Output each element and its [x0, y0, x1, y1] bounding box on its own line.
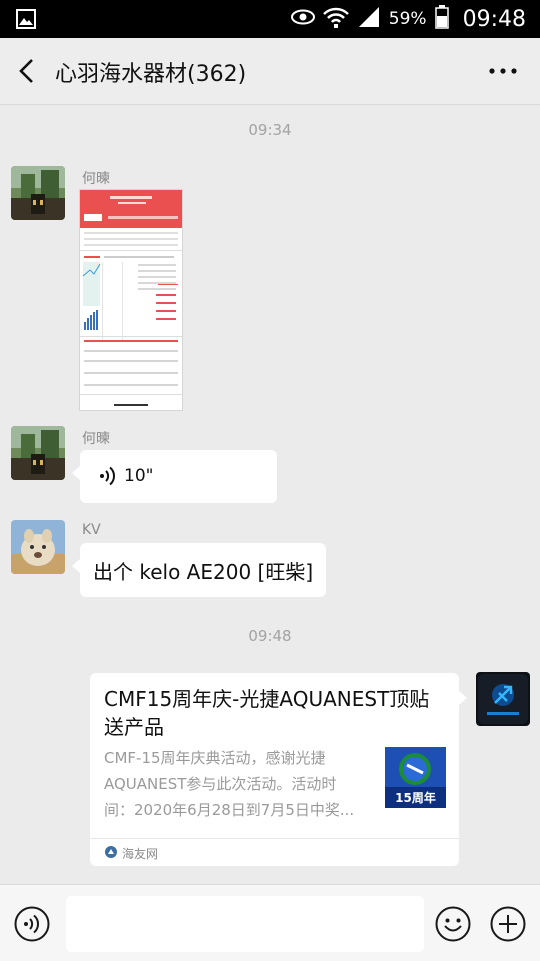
self-avatar[interactable] — [476, 672, 530, 726]
voice-toggle-button[interactable] — [14, 906, 50, 942]
battery-icon — [434, 5, 449, 33]
plus-circle-icon — [490, 906, 526, 942]
message-text: 出个 kelo AE200 [旺柴] — [93, 559, 314, 584]
voice-wave-icon — [100, 466, 116, 486]
back-button[interactable] — [14, 57, 40, 85]
sender-name: 何暕 — [82, 431, 110, 447]
emoji-icon — [435, 906, 471, 942]
eye-icon — [290, 9, 315, 29]
voice-message[interactable]: 10" — [72, 450, 277, 503]
chat-header: 心羽海水器材(362) — [0, 38, 540, 105]
chat-title: 心羽海水器材(362) — [55, 62, 247, 87]
status-bar: 59% 09:48 — [0, 0, 540, 38]
voice-duration: 10" — [124, 466, 154, 486]
link-description: CMF-15周年庆典活动，感谢光捷AQUANEST参与此次活动。活动时间：202… — [104, 749, 355, 819]
voice-input-icon — [14, 906, 50, 942]
emoji-button[interactable] — [435, 906, 471, 942]
thumbnail-caption: 15周年 — [395, 791, 436, 805]
link-title: CMF15周年庆-光捷AQUANEST顶贴送产品 — [104, 687, 430, 739]
more-button[interactable] — [488, 63, 518, 79]
timestamp: 09:48 — [248, 627, 292, 645]
sender-name: 何暕 — [82, 171, 110, 187]
avatar[interactable] — [11, 166, 65, 220]
message-input[interactable] — [66, 896, 424, 952]
more-dots-icon — [489, 68, 517, 74]
chevron-left-icon — [19, 59, 33, 83]
text-message[interactable]: 出个 kelo AE200 [旺柴] — [71, 543, 327, 597]
gallery-notification-icon — [16, 9, 36, 33]
source-app-icon — [105, 846, 117, 858]
avatar[interactable] — [11, 520, 65, 574]
timestamp: 09:34 — [248, 121, 292, 139]
sender-name: KV — [82, 522, 101, 538]
link-card-message[interactable]: CMF15周年庆-光捷AQUANEST顶贴送产品 CMF-15周年庆典活动，感谢… — [90, 673, 467, 866]
chat-input-bar — [0, 884, 540, 961]
link-thumbnail: 15周年 — [385, 747, 446, 808]
avatar[interactable] — [11, 426, 65, 480]
signal-icon — [357, 6, 381, 32]
status-clock: 09:48 — [462, 6, 526, 32]
divider — [90, 838, 459, 839]
wifi-icon — [322, 5, 349, 33]
plus-button[interactable] — [490, 906, 526, 942]
image-message[interactable] — [79, 189, 183, 411]
battery-percent: 59% — [388, 9, 427, 29]
link-source: 海友网 — [122, 847, 159, 861]
